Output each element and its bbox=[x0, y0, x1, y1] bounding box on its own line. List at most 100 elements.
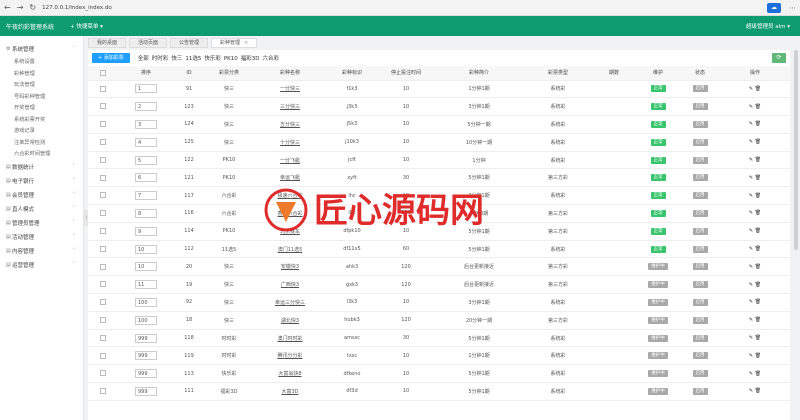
filter-option[interactable]: 时时彩 bbox=[152, 56, 169, 62]
status-badge[interactable]: 启用 bbox=[692, 174, 708, 182]
delete-icon[interactable]: 🗑 bbox=[755, 157, 761, 163]
sort-input[interactable]: 999 bbox=[135, 386, 157, 396]
maintenance-badge[interactable]: 正常 bbox=[650, 103, 666, 111]
row-checkbox[interactable] bbox=[88, 80, 118, 99]
extension-icon[interactable]: ☁ bbox=[767, 2, 781, 13]
status-badge[interactable]: 启用 bbox=[692, 263, 708, 271]
row-checkbox[interactable] bbox=[88, 329, 118, 348]
filter-option[interactable]: 六合彩 bbox=[263, 56, 280, 62]
delete-icon[interactable]: 🗑 bbox=[755, 264, 761, 270]
filter-option[interactable]: 快乐彩 bbox=[204, 56, 221, 62]
sidebar-group[interactable]: ▤ 数据统计 ˅ bbox=[0, 160, 83, 174]
status-badge[interactable]: 启用 bbox=[692, 370, 708, 378]
status-badge[interactable]: 启用 bbox=[692, 352, 708, 360]
row-checkbox[interactable] bbox=[88, 151, 118, 170]
row-checkbox[interactable] bbox=[88, 115, 118, 134]
status-badge[interactable]: 启用 bbox=[692, 103, 708, 111]
edit-icon[interactable]: ✎ bbox=[749, 264, 753, 270]
sidebar-group[interactable]: ▤ 活动管理 ˅ bbox=[0, 230, 83, 244]
refresh-button[interactable]: ⟳ bbox=[772, 53, 786, 63]
maintenance-badge[interactable]: 正常 bbox=[650, 85, 666, 93]
status-badge[interactable]: 启用 bbox=[692, 85, 708, 93]
add-lottery-button[interactable]: + 添加彩票 bbox=[92, 53, 130, 63]
sort-input[interactable]: 11 bbox=[135, 280, 157, 290]
maintenance-badge[interactable]: 正常 bbox=[650, 174, 666, 182]
delete-icon[interactable]: 🗑 bbox=[755, 246, 761, 252]
sidebar-item[interactable]: 玩法管理 bbox=[0, 79, 83, 91]
tab[interactable]: 公告管理 bbox=[170, 38, 209, 48]
sort-input[interactable]: 3 bbox=[135, 119, 157, 129]
lottery-name-link[interactable]: 大富3D bbox=[281, 389, 298, 395]
sort-input[interactable]: 4 bbox=[135, 137, 157, 147]
sort-input[interactable]: 2 bbox=[135, 102, 157, 112]
delete-icon[interactable]: 🗑 bbox=[755, 86, 761, 92]
delete-icon[interactable]: 🗑 bbox=[755, 104, 761, 110]
row-checkbox[interactable] bbox=[88, 222, 118, 241]
tab[interactable]: 活动页面 bbox=[129, 38, 168, 48]
maintenance-badge[interactable]: 正常 bbox=[650, 227, 666, 235]
sort-input[interactable]: 100 bbox=[135, 315, 157, 325]
sidebar-group[interactable]: ▤ 直人模式 ˅ bbox=[0, 202, 83, 216]
row-checkbox[interactable] bbox=[88, 240, 118, 259]
status-badge[interactable]: 启用 bbox=[692, 209, 708, 217]
filter-option[interactable]: 11选5 bbox=[185, 56, 201, 62]
row-checkbox[interactable] bbox=[88, 346, 118, 366]
status-badge[interactable]: 启用 bbox=[692, 316, 708, 324]
maintenance-badge[interactable]: 维护中 bbox=[648, 370, 668, 378]
filter-option[interactable]: 全部 bbox=[138, 56, 149, 62]
lottery-name-link[interactable]: 幸运飞艇 bbox=[280, 175, 300, 181]
delete-icon[interactable]: 🗑 bbox=[755, 175, 761, 181]
back-icon[interactable]: ← bbox=[4, 0, 11, 16]
lottery-name-link[interactable]: 大富翁快8 bbox=[278, 371, 301, 377]
status-badge[interactable]: 启用 bbox=[692, 334, 708, 342]
delete-icon[interactable]: 🗑 bbox=[755, 139, 761, 145]
sort-input[interactable]: 999 bbox=[135, 369, 157, 379]
edit-icon[interactable]: ✎ bbox=[749, 388, 753, 394]
edit-icon[interactable]: ✎ bbox=[749, 335, 753, 341]
address-bar[interactable]: 127.0.0.1/Index_index.do bbox=[42, 5, 761, 11]
row-checkbox[interactable] bbox=[88, 133, 118, 152]
status-badge[interactable]: 启用 bbox=[692, 120, 708, 128]
lottery-name-link[interactable]: 香港六合彩 bbox=[277, 211, 302, 217]
maintenance-badge[interactable]: 维护中 bbox=[648, 298, 668, 306]
edit-icon[interactable]: ✎ bbox=[749, 139, 753, 145]
sidebar-group[interactable]: ▤ 会员管理 ˅ bbox=[0, 188, 83, 202]
status-badge[interactable]: 启用 bbox=[692, 227, 708, 235]
delete-icon[interactable]: 🗑 bbox=[755, 353, 761, 359]
status-badge[interactable]: 启用 bbox=[692, 192, 708, 200]
tab[interactable]: 我的桌面 bbox=[88, 38, 127, 48]
edit-icon[interactable]: ✎ bbox=[749, 193, 753, 199]
delete-icon[interactable]: 🗑 bbox=[755, 121, 761, 127]
maintenance-badge[interactable]: 正常 bbox=[650, 120, 666, 128]
quick-menu-button[interactable]: + 快捷菜单 ▾ bbox=[70, 22, 103, 30]
edit-icon[interactable]: ✎ bbox=[749, 317, 753, 323]
sort-input[interactable]: 10 bbox=[135, 244, 157, 254]
row-checkbox[interactable] bbox=[88, 257, 118, 277]
edit-icon[interactable]: ✎ bbox=[749, 210, 753, 216]
lottery-name-link[interactable]: 腾讯分分彩 bbox=[277, 353, 302, 359]
edit-icon[interactable]: ✎ bbox=[749, 104, 753, 110]
delete-icon[interactable]: 🗑 bbox=[755, 335, 761, 341]
status-badge[interactable]: 启用 bbox=[692, 281, 708, 289]
delete-icon[interactable]: 🗑 bbox=[755, 388, 761, 394]
edit-icon[interactable]: ✎ bbox=[749, 228, 753, 234]
edit-icon[interactable]: ✎ bbox=[749, 353, 753, 359]
sort-input[interactable]: 100 bbox=[135, 297, 157, 307]
row-checkbox[interactable] bbox=[88, 204, 118, 223]
sort-input[interactable]: 9 bbox=[135, 226, 157, 236]
lottery-name-link[interactable]: 湖北快3 bbox=[281, 318, 299, 324]
maintenance-badge[interactable]: 正常 bbox=[650, 245, 666, 253]
edit-icon[interactable]: ✎ bbox=[749, 299, 753, 305]
sidebar-item[interactable]: 开奖管理 bbox=[0, 102, 83, 114]
select-all-checkbox[interactable] bbox=[88, 66, 118, 81]
sidebar-item[interactable]: 号码彩种管理 bbox=[0, 91, 83, 103]
maintenance-badge[interactable]: 维护中 bbox=[648, 263, 668, 271]
browser-menu-icon[interactable]: ⋯ bbox=[789, 4, 796, 12]
delete-icon[interactable]: 🗑 bbox=[755, 282, 761, 288]
edit-icon[interactable]: ✎ bbox=[749, 121, 753, 127]
sort-input[interactable]: 999 bbox=[135, 333, 157, 343]
lottery-name-link[interactable]: 极速六合彩 bbox=[277, 193, 302, 199]
maintenance-badge[interactable]: 正常 bbox=[650, 138, 666, 146]
delete-icon[interactable]: 🗑 bbox=[755, 371, 761, 377]
forward-icon[interactable]: → bbox=[17, 0, 24, 16]
